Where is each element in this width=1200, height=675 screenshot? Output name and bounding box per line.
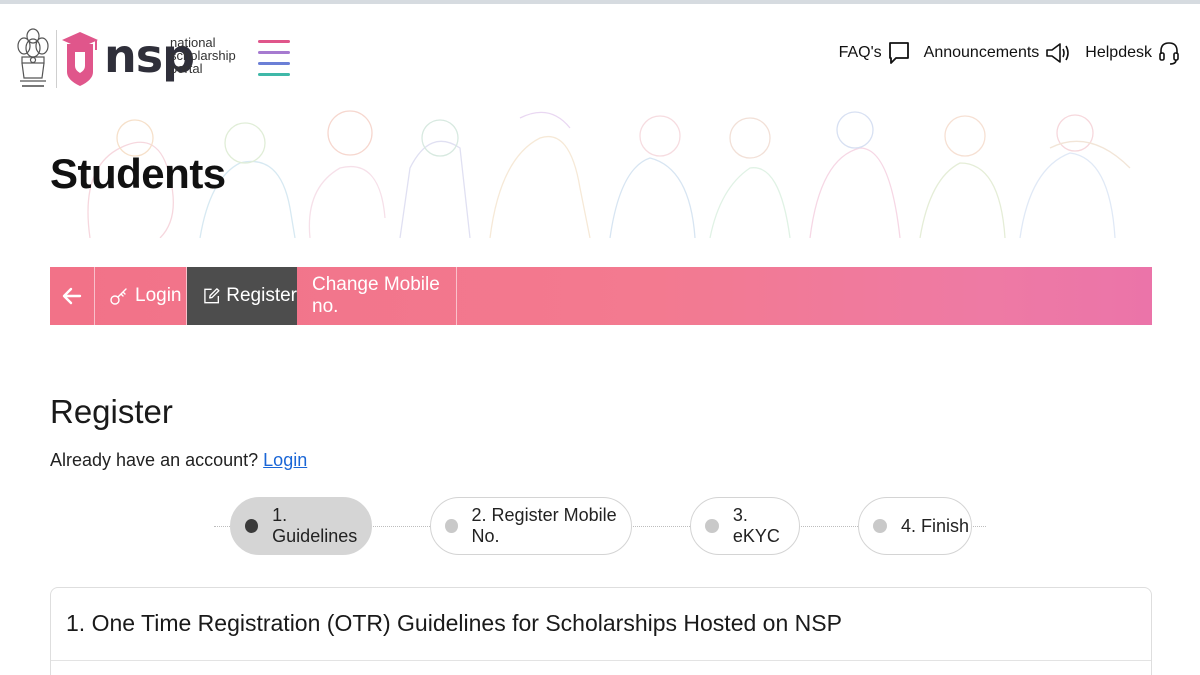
step-label: 4. Finish <box>901 515 970 536</box>
helpdesk-label: Helpdesk <box>1085 44 1152 61</box>
tab-login-label: Login <box>135 285 182 306</box>
menu-bar <box>258 62 290 65</box>
step-label: 3. eKYC <box>732 505 780 546</box>
megaphone-icon <box>1046 43 1070 63</box>
nsp-logo-subtitle: national scholarship portal <box>170 36 236 75</box>
menu-bar <box>258 73 290 76</box>
faqs-label: FAQ's <box>838 44 882 61</box>
guidelines-title: 1. One Time Registration (OTR) Guideline… <box>66 610 842 636</box>
tab-login[interactable]: Login <box>95 267 187 325</box>
registration-stepper: 1. Guidelines 2. Register Mobile No. 3. … <box>214 497 986 555</box>
chat-bubble-icon <box>888 42 909 64</box>
edit-icon <box>204 288 220 304</box>
key-icon <box>110 288 127 305</box>
menu-bar <box>258 40 290 43</box>
faqs-link[interactable]: FAQ's <box>839 41 910 65</box>
tab-register-label: Register <box>226 285 297 306</box>
back-button[interactable] <box>50 267 95 325</box>
header-nav: FAQ's Announcements Helpdesk <box>839 40 1180 66</box>
tab-register[interactable]: Register <box>187 267 297 325</box>
tab-change-mobile[interactable]: Change Mobile no. <box>297 267 457 325</box>
register-subtitle-text: Already have an account? <box>50 450 259 470</box>
helpdesk-link[interactable]: Helpdesk <box>1085 40 1180 66</box>
step-dot <box>445 519 458 533</box>
step-dot <box>873 519 887 533</box>
nsp-logo-icon[interactable] <box>60 28 100 88</box>
page-title: Students <box>50 150 226 197</box>
login-link[interactable]: Login <box>263 450 307 470</box>
menu-bar <box>258 51 290 54</box>
headset-icon <box>1159 42 1179 65</box>
register-heading: Register <box>50 393 173 430</box>
step-dot <box>705 519 719 533</box>
announcements-label: Announcements <box>923 44 1040 61</box>
tab-change-mobile-label: Change Mobile no. <box>312 274 440 317</box>
header-divider <box>56 30 57 88</box>
step-label: 1. Guidelines <box>272 505 358 546</box>
step-label: 2. Register Mobile No. <box>471 505 617 546</box>
logo-sub-line: portal <box>170 61 203 76</box>
menu-toggle-button[interactable] <box>258 40 292 80</box>
register-subtitle: Already have an account? Login <box>50 450 307 471</box>
student-tabs: Login Register Change Mobile no. <box>50 267 1152 325</box>
arrow-left-icon <box>62 287 82 305</box>
guidelines-card: 1. One Time Registration (OTR) Guideline… <box>50 587 1152 675</box>
card-divider <box>51 660 1151 661</box>
step-guidelines[interactable]: 1. Guidelines <box>230 497 372 555</box>
site-header: nsp national scholarship portal FAQ's An… <box>0 4 1200 104</box>
step-register-mobile[interactable]: 2. Register Mobile No. <box>430 497 632 555</box>
step-finish[interactable]: 4. Finish <box>858 497 972 555</box>
step-ekyc[interactable]: 3. eKYC <box>690 497 800 555</box>
national-emblem-icon <box>17 28 49 87</box>
announcements-link[interactable]: Announcements <box>924 41 1072 65</box>
step-dot <box>245 519 259 533</box>
